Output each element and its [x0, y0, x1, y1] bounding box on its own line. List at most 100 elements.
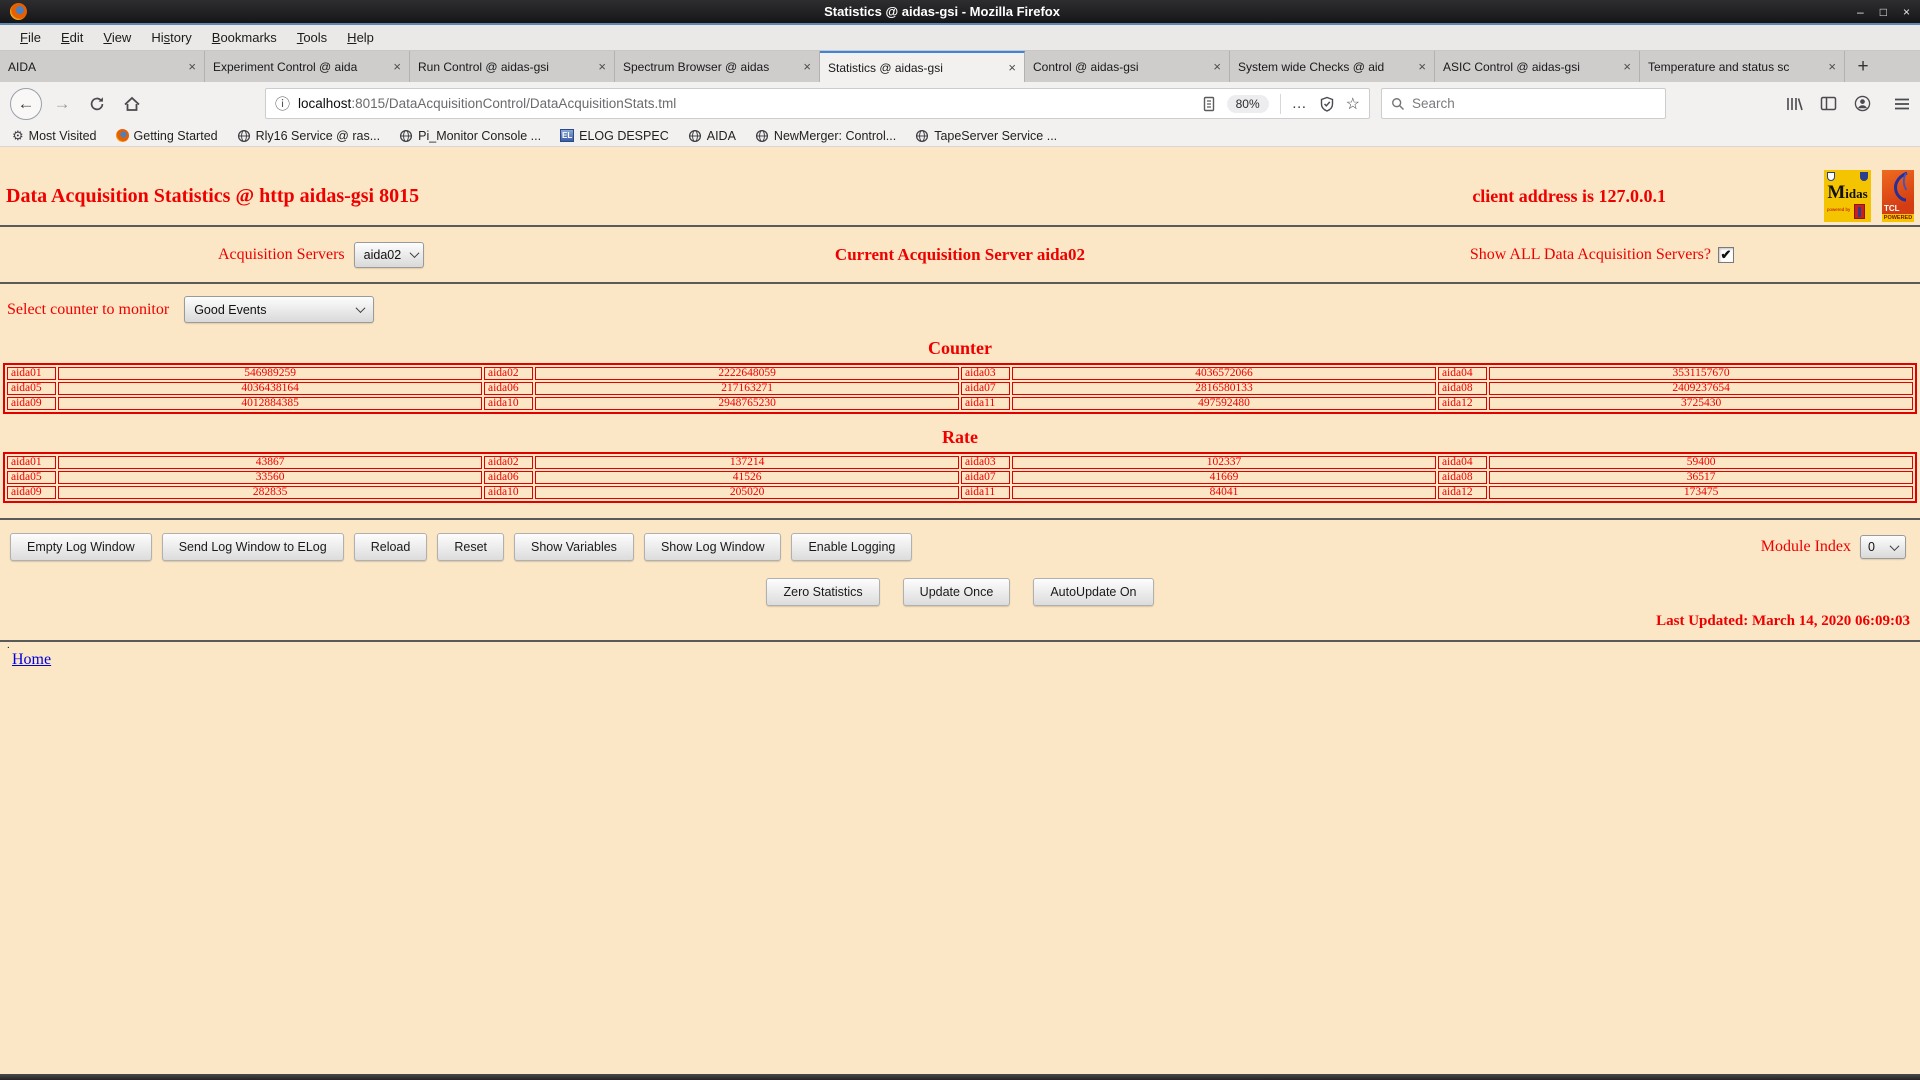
menu-bookmarks[interactable]: Bookmarks — [202, 30, 287, 45]
show-all-label: Show ALL Data Acquisition Servers? — [1470, 246, 1711, 264]
tab-close-icon[interactable]: × — [1008, 60, 1016, 75]
tab-statistics-active[interactable]: Statistics @ aidas-gsi× — [820, 51, 1025, 82]
elog-icon: EL — [560, 129, 574, 142]
menu-tools[interactable]: Tools — [287, 30, 337, 45]
page-title: Data Acquisition Statistics @ http aidas… — [6, 185, 1472, 208]
server-name: aida01 — [7, 456, 56, 469]
minimize-button[interactable]: – — [1857, 5, 1864, 19]
tab-control[interactable]: Control @ aidas-gsi× — [1025, 51, 1230, 82]
counter-value: 2948765230 — [535, 397, 959, 410]
counter-select[interactable]: Good Events — [184, 296, 374, 323]
url-text: localhost:8015/DataAcquisitionControl/Da… — [298, 96, 676, 111]
reload-button[interactable]: Reload — [354, 533, 428, 561]
tab-spectrum-browser[interactable]: Spectrum Browser @ aidas× — [615, 51, 820, 82]
autoupdate-button[interactable]: AutoUpdate On — [1033, 578, 1153, 606]
tab-close-icon[interactable]: × — [188, 59, 196, 74]
window-bottom-edge — [0, 1074, 1920, 1080]
page-actions-icon[interactable]: … — [1292, 95, 1308, 112]
counter-value: 217163271 — [535, 382, 959, 395]
reader-mode-icon[interactable] — [1202, 96, 1216, 112]
tab-close-icon[interactable]: × — [1623, 59, 1631, 74]
tab-asic-control[interactable]: ASIC Control @ aidas-gsi× — [1435, 51, 1640, 82]
protection-shield-icon[interactable] — [1319, 96, 1335, 112]
tab-experiment-control[interactable]: Experiment Control @ aida× — [205, 51, 410, 82]
divider — [0, 518, 1920, 520]
rate-value: 41669 — [1012, 471, 1436, 484]
counter-value: 497592480 — [1012, 397, 1436, 410]
firefox-logo-icon — [10, 3, 27, 20]
search-bar[interactable] — [1381, 88, 1666, 119]
chevron-down-icon — [410, 248, 420, 258]
menu-history[interactable]: History — [141, 30, 201, 45]
menu-view[interactable]: View — [93, 30, 141, 45]
empty-log-window-button[interactable]: Empty Log Window — [10, 533, 152, 561]
search-input[interactable] — [1412, 96, 1656, 111]
new-tab-button[interactable]: + — [1845, 51, 1881, 82]
tcl-powered-logo: TCL POWERED — [1882, 170, 1914, 222]
midas-emblem-icon — [1854, 204, 1865, 219]
module-index-select[interactable]: 0 — [1860, 535, 1906, 559]
account-icon[interactable] — [1854, 95, 1871, 112]
url-bar[interactable]: ⓘ localhost:8015/DataAcquisitionControl/… — [265, 88, 1370, 119]
tab-close-icon[interactable]: × — [1418, 59, 1426, 74]
midas-logo: Midas powered by — [1824, 170, 1871, 222]
counter-table: aida01546989259 aida022222648059 aida034… — [3, 363, 1917, 414]
home-link[interactable]: Home — [12, 651, 51, 669]
menu-help[interactable]: Help — [337, 30, 384, 45]
bookmark-most-visited[interactable]: ⚙Most Visited — [12, 128, 97, 144]
site-info-icon[interactable]: ⓘ — [275, 93, 290, 114]
server-name: aida03 — [961, 367, 1010, 380]
zero-statistics-button[interactable]: Zero Statistics — [766, 578, 879, 606]
show-variables-button[interactable]: Show Variables — [514, 533, 634, 561]
bookmark-star-icon[interactable]: ☆ — [1346, 94, 1360, 114]
bookmark-getting-started[interactable]: Getting Started — [116, 129, 218, 143]
reload-icon[interactable] — [82, 89, 112, 119]
enable-logging-button[interactable]: Enable Logging — [791, 533, 912, 561]
current-server-label: Current Acquisition Server aida02 — [835, 245, 1085, 265]
bookmark-pi-monitor[interactable]: Pi_Monitor Console ... — [399, 129, 541, 143]
menu-hamburger-icon[interactable] — [1894, 97, 1910, 111]
bookmark-elog-despec[interactable]: ELELOG DESPEC — [560, 129, 669, 143]
back-button[interactable]: ← — [10, 88, 42, 120]
server-name: aida05 — [7, 471, 56, 484]
page-content: Data Acquisition Statistics @ http aidas… — [0, 147, 1920, 1074]
tab-close-icon[interactable]: × — [1213, 59, 1221, 74]
tab-run-control[interactable]: Run Control @ aidas-gsi× — [410, 51, 615, 82]
globe-icon — [915, 129, 929, 143]
server-name: aida05 — [7, 382, 56, 395]
send-log-to-elog-button[interactable]: Send Log Window to ELog — [162, 533, 344, 561]
server-name: aida08 — [1438, 471, 1487, 484]
tab-system-checks[interactable]: System wide Checks @ aid× — [1230, 51, 1435, 82]
zoom-level-badge[interactable]: 80% — [1227, 95, 1269, 113]
tab-close-icon[interactable]: × — [598, 59, 606, 74]
forward-button[interactable]: → — [47, 89, 77, 119]
chevron-down-icon — [356, 303, 366, 313]
library-icon[interactable] — [1785, 96, 1803, 112]
update-once-button[interactable]: Update Once — [903, 578, 1011, 606]
menu-edit[interactable]: Edit — [51, 30, 93, 45]
home-icon[interactable] — [117, 89, 147, 119]
show-log-window-button[interactable]: Show Log Window — [644, 533, 782, 561]
menu-file[interactable]: File — [10, 30, 51, 45]
show-all-checkbox[interactable]: ✔ — [1718, 247, 1734, 263]
bookmark-rly16-service[interactable]: Rly16 Service @ ras... — [237, 129, 381, 143]
bookmark-newmerger[interactable]: NewMerger: Control... — [755, 129, 896, 143]
reset-button[interactable]: Reset — [437, 533, 504, 561]
server-name: aida04 — [1438, 367, 1487, 380]
acquisition-server-select[interactable]: aida02 — [354, 242, 424, 268]
module-index-label: Module Index — [1761, 538, 1851, 556]
tab-aida[interactable]: AIDA× — [0, 51, 205, 82]
server-name: aida06 — [484, 471, 533, 484]
table-row: aida0533560 aida0641526 aida0741669 aida… — [7, 471, 1913, 484]
tab-close-icon[interactable]: × — [393, 59, 401, 74]
bookmark-tapeserver[interactable]: TapeServer Service ... — [915, 129, 1057, 143]
table-row: aida054036438164 aida06217163271 aida072… — [7, 382, 1913, 395]
bookmark-aida[interactable]: AIDA — [688, 129, 736, 143]
tab-temperature-status[interactable]: Temperature and status sc× — [1640, 51, 1845, 82]
midas-badge-icon — [1860, 172, 1868, 181]
sidebar-toggle-icon[interactable] — [1820, 96, 1837, 111]
maximize-button[interactable]: □ — [1880, 5, 1887, 19]
tab-close-icon[interactable]: × — [803, 59, 811, 74]
tab-close-icon[interactable]: × — [1828, 59, 1836, 74]
close-window-button[interactable]: × — [1903, 5, 1910, 19]
